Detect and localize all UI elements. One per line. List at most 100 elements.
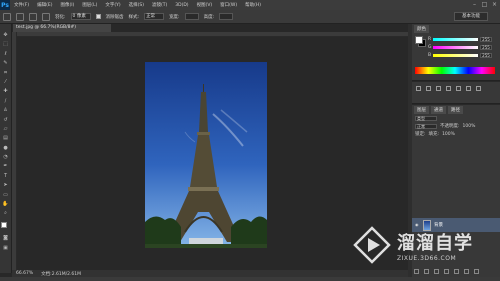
opacity-label: 不透明度:: [440, 124, 460, 129]
type-tool-icon[interactable]: T: [2, 173, 9, 179]
opacity-value[interactable]: 100%: [463, 124, 476, 129]
marquee-tool-icon[interactable]: [3, 12, 11, 21]
watermark-text: 溜溜自学 ZIXUE.3D66.COM: [397, 229, 473, 262]
hand-tool-icon[interactable]: ✋: [2, 201, 9, 207]
green-slider-row: G 255: [428, 44, 492, 50]
marquee-tool-icon[interactable]: ⬚: [2, 41, 9, 47]
eyedropper-tool-icon[interactable]: ⁄: [2, 79, 9, 85]
red-value[interactable]: 255: [480, 36, 492, 42]
foreground-color-swatch[interactable]: [415, 36, 423, 44]
height-label: 高度:: [203, 14, 215, 20]
healing-brush-tool-icon[interactable]: ✚: [2, 88, 9, 94]
hue-saturation-icon[interactable]: [466, 86, 471, 91]
status-bar: 66.67% 文档:2.61M/2.61M: [12, 270, 408, 277]
document-tab[interactable]: test.jpg @ 66.7%(RGB/8#): [13, 24, 111, 32]
vibrance-icon[interactable]: [456, 86, 461, 91]
dodge-tool-icon[interactable]: ◔: [2, 154, 9, 160]
screen-mode-icon[interactable]: ▣: [2, 245, 9, 251]
history-brush-tool-icon[interactable]: ↺: [2, 117, 9, 123]
eiffel-tower-image: [145, 62, 267, 248]
path-select-tool-icon[interactable]: ➤: [2, 182, 9, 188]
options-bar: 羽化: 0 像素 消除锯齿 样式: 正常 宽度: 高度: 基本功能: [0, 10, 500, 24]
style-label: 样式:: [128, 14, 140, 20]
zoom-tool-icon[interactable]: ⌕: [2, 210, 9, 216]
lock-fill-row: 锁定: 填充: 100%: [415, 131, 455, 138]
tab-layers[interactable]: 图层: [414, 106, 429, 114]
eiffel-tower-photo[interactable]: [145, 62, 267, 248]
move-tool-icon[interactable]: ✥: [2, 32, 9, 38]
tab-channels[interactable]: 通道: [431, 106, 446, 114]
quick-select-tool-icon[interactable]: ✎: [2, 60, 9, 66]
watermark-url: ZIXUE.3D66.COM: [397, 254, 457, 262]
antialias-checkbox[interactable]: [95, 14, 101, 19]
menu-type[interactable]: 文字(Y): [101, 2, 124, 8]
height-field[interactable]: [219, 13, 234, 20]
menu-file[interactable]: 文件(F): [10, 2, 33, 8]
green-value[interactable]: 255: [480, 44, 492, 50]
menu-view[interactable]: 视图(V): [193, 2, 217, 8]
blue-label: B: [428, 52, 432, 58]
menu-bar: Ps 文件(F) 编辑(E) 图像(I) 图层(L) 文字(Y) 选择(S) 滤…: [0, 0, 500, 10]
gradient-tool-icon[interactable]: ▤: [2, 135, 9, 141]
menu-help[interactable]: 帮助(H): [241, 2, 265, 8]
shape-tool-icon[interactable]: ▭: [2, 192, 9, 198]
close-icon[interactable]: ×: [491, 1, 498, 8]
layer-kind-select[interactable]: 类型: [415, 115, 437, 121]
color-swatches[interactable]: [0, 221, 11, 232]
width-field[interactable]: [184, 13, 199, 20]
color-panel-tab[interactable]: 颜色: [414, 25, 429, 33]
blue-slider[interactable]: [433, 53, 478, 57]
color-spectrum[interactable]: [415, 67, 495, 74]
curves-icon[interactable]: [436, 86, 441, 91]
exposure-icon[interactable]: [446, 86, 451, 91]
menu-select[interactable]: 选择(S): [125, 2, 148, 8]
menu-filter[interactable]: 滤镜(T): [148, 2, 171, 8]
adjustments-panel: [412, 82, 500, 104]
zoom-level[interactable]: 66.67%: [16, 271, 33, 276]
minimize-icon[interactable]: –: [471, 1, 478, 8]
photoshop-logo: Ps: [0, 0, 10, 10]
add-selection-icon[interactable]: [29, 12, 37, 21]
color-balance-icon[interactable]: [476, 86, 481, 91]
watermark-play-logo: [352, 225, 392, 265]
pen-tool-icon[interactable]: ✒: [2, 163, 9, 169]
tab-paths[interactable]: 路径: [448, 106, 463, 114]
layers-panel-tabs: 图层 通道 路径: [414, 106, 463, 114]
subtract-selection-icon[interactable]: [42, 12, 50, 21]
width-label: 宽度:: [169, 14, 180, 20]
menu-layer[interactable]: 图层(L): [78, 2, 101, 8]
brightness-icon[interactable]: [416, 86, 421, 91]
lock-label: 锁定:: [415, 132, 426, 137]
layer-filter-row: 类型: [415, 115, 437, 121]
quick-mask-icon[interactable]: ◙: [2, 235, 9, 241]
menu-window[interactable]: 窗口(W): [216, 2, 241, 8]
green-slider[interactable]: [433, 45, 478, 49]
red-slider[interactable]: [433, 37, 478, 41]
feather-label: 羽化:: [55, 14, 66, 20]
feather-field[interactable]: 0 像素: [70, 13, 91, 20]
clone-stamp-tool-icon[interactable]: ♙: [2, 107, 9, 113]
style-select[interactable]: 正常: [144, 13, 165, 20]
workspace-select[interactable]: 基本功能: [454, 12, 488, 21]
foreground-color-swatch[interactable]: [0, 221, 7, 228]
maximize-icon[interactable]: □: [481, 1, 488, 8]
blur-tool-icon[interactable]: ●: [2, 145, 9, 151]
eraser-tool-icon[interactable]: ▱: [2, 126, 9, 132]
tools-panel: ✥ ⬚ ℓ ✎ ⌗ ⁄ ✚ ∕ ♙ ↺ ▱ ▤ ● ◔ ✒ T ➤ ▭ ✋ ⌕ …: [0, 24, 12, 273]
menu-3d[interactable]: 3D(D): [171, 3, 192, 8]
watermark-brand: 溜溜自学: [397, 232, 473, 254]
bottom-strip: [0, 277, 500, 281]
blend-mode-select[interactable]: 正常: [415, 123, 437, 129]
brush-tool-icon[interactable]: ∕: [2, 98, 9, 104]
fill-value[interactable]: 100%: [442, 132, 455, 137]
red-label: R: [428, 36, 432, 42]
menu-image[interactable]: 图像(I): [56, 2, 78, 8]
menu-edit[interactable]: 编辑(E): [33, 2, 56, 8]
new-selection-icon[interactable]: [16, 12, 24, 21]
levels-icon[interactable]: [426, 86, 431, 91]
adjustment-icons: [416, 86, 481, 91]
window-controls: – □ ×: [471, 1, 498, 8]
blue-value[interactable]: 255: [480, 52, 492, 58]
crop-tool-icon[interactable]: ⌗: [2, 70, 9, 76]
lasso-tool-icon[interactable]: ℓ: [2, 51, 9, 57]
